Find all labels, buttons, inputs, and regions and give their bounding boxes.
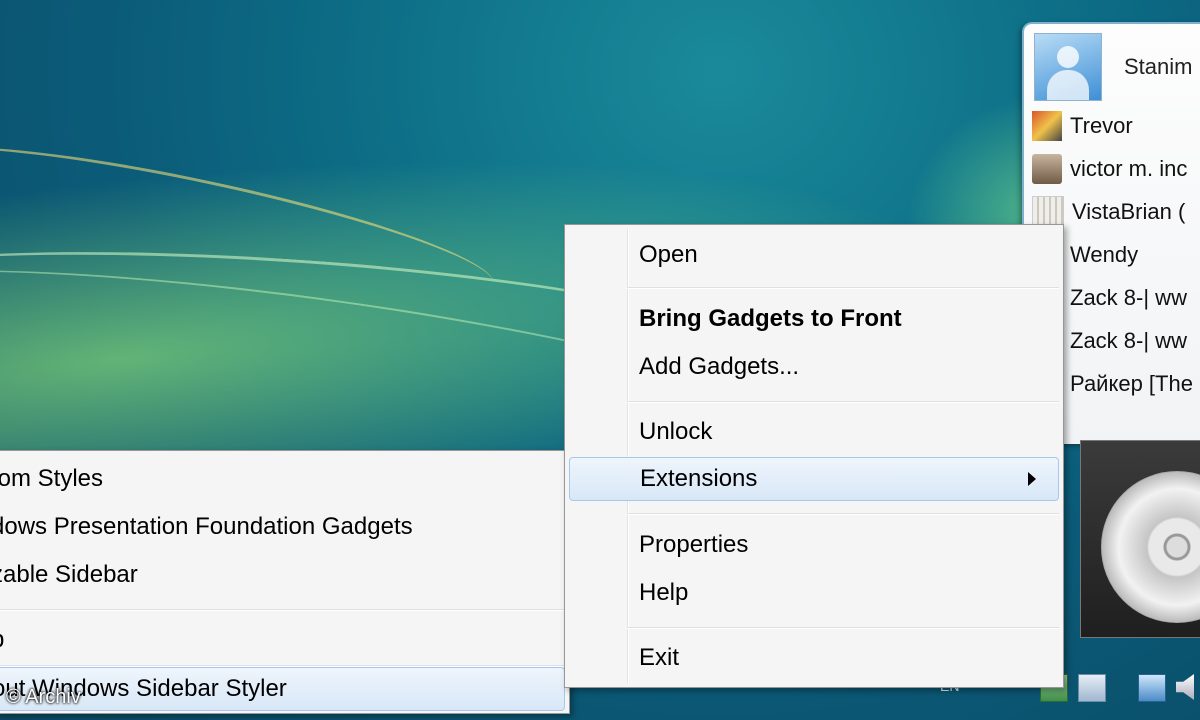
menu-item-add-gadgets[interactable]: Add Gadgets... bbox=[569, 345, 1059, 389]
copyright-watermark: © Archiv bbox=[6, 686, 81, 708]
network-icon[interactable] bbox=[1138, 674, 1166, 702]
menu-separator bbox=[627, 627, 1059, 629]
menu-item-extensions-label: Extensions bbox=[640, 465, 758, 492]
menu-separator bbox=[627, 513, 1059, 515]
menu-item-open[interactable]: Open bbox=[569, 233, 1059, 277]
contact-avatar-icon bbox=[1032, 110, 1062, 141]
contact-name: Zack 8-| ww bbox=[1070, 284, 1187, 310]
avatar-head bbox=[1057, 46, 1079, 68]
menu-item-bring-to-front[interactable]: Bring Gadgets to Front bbox=[569, 297, 1059, 341]
sidebar-context-menu: Open Bring Gadgets to Front Add Gadgets.… bbox=[564, 224, 1064, 688]
menu-item-help[interactable]: p bbox=[0, 618, 565, 662]
contact-name: victor m. inc bbox=[1070, 155, 1188, 181]
contact-avatar-icon bbox=[1032, 195, 1064, 228]
cd-disc-icon bbox=[1101, 471, 1200, 623]
contact-name: Райкер [The bbox=[1070, 370, 1193, 396]
volume-icon[interactable] bbox=[1176, 674, 1194, 700]
contact-name: Trevor bbox=[1070, 112, 1133, 138]
contact-item[interactable]: victor m. inc bbox=[1032, 147, 1200, 190]
menu-item-custom-styles[interactable]: tom Styles bbox=[0, 457, 565, 501]
menu-item-help[interactable]: Help bbox=[569, 571, 1059, 615]
menu-item-properties[interactable]: Properties bbox=[569, 523, 1059, 567]
contact-avatar-icon bbox=[1032, 153, 1062, 184]
menu-separator bbox=[627, 287, 1059, 289]
contact-item[interactable]: Trevor bbox=[1032, 104, 1200, 147]
profile-name: Stanim bbox=[1124, 54, 1193, 79]
menu-item-about[interactable]: out Windows Sidebar Styler bbox=[0, 667, 565, 711]
menu-item-exit[interactable]: Exit bbox=[569, 636, 1059, 680]
menu-item-extensions[interactable]: Extensions bbox=[569, 457, 1059, 501]
avatar-body bbox=[1047, 70, 1089, 100]
extensions-submenu: tom Styles dows Presentation Foundation … bbox=[0, 450, 570, 714]
contacts-profile[interactable]: Stanim bbox=[1034, 30, 1200, 104]
user-avatar[interactable] bbox=[1034, 33, 1102, 101]
media-player-gadget[interactable] bbox=[1080, 440, 1200, 638]
menu-item-wpf-gadgets[interactable]: dows Presentation Foundation Gadgets bbox=[0, 505, 565, 549]
menu-item-unlock[interactable]: Unlock bbox=[569, 410, 1059, 454]
menu-separator bbox=[627, 401, 1059, 403]
contact-name: VistaBrian ( bbox=[1072, 198, 1186, 224]
menu-separator bbox=[0, 609, 565, 611]
contact-name: Wendy bbox=[1070, 241, 1139, 267]
menu-item-sizable-sidebar[interactable]: zable Sidebar bbox=[0, 553, 565, 597]
submenu-arrow-icon bbox=[1028, 472, 1036, 486]
document-tray-icon[interactable] bbox=[1078, 674, 1106, 702]
contact-name: Zack 8-| ww bbox=[1070, 327, 1187, 353]
